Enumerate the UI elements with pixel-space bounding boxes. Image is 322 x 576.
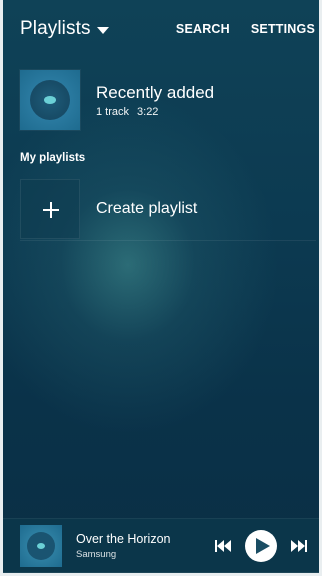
- create-playlist-button[interactable]: Create playlist: [20, 178, 310, 240]
- skip-next-icon: [291, 540, 307, 552]
- caret-down-icon: [96, 26, 109, 34]
- mini-player: Over the Horizon Samsung: [3, 518, 319, 573]
- playlists-dropdown[interactable]: Playlists: [20, 18, 109, 40]
- total-duration: 3:22: [137, 105, 159, 118]
- track-count: 1 track: [96, 105, 130, 118]
- recent-meta: 1 track 3:22: [96, 106, 214, 118]
- next-button[interactable]: [291, 540, 307, 552]
- search-button[interactable]: SEARCH: [176, 22, 230, 36]
- play-icon: [255, 538, 270, 554]
- section-header-my-playlists: My playlists: [20, 152, 86, 164]
- recently-added-item[interactable]: Recently added 1 track 3:22: [20, 70, 214, 130]
- plus-icon: [43, 202, 59, 218]
- recent-text: Recently added 1 track 3:22: [96, 83, 214, 118]
- divider: [20, 240, 316, 241]
- toolbar-actions: SEARCH SETTINGS: [176, 22, 315, 36]
- now-playing-title: Over the Horizon: [76, 532, 171, 546]
- page-title: Playlists: [20, 18, 91, 39]
- playback-controls: [215, 530, 307, 562]
- settings-button[interactable]: SETTINGS: [251, 22, 315, 36]
- now-playing-art[interactable]: [20, 525, 62, 567]
- skip-previous-icon: [215, 540, 231, 552]
- top-app-bar: Playlists SEARCH SETTINGS: [3, 0, 319, 58]
- play-button[interactable]: [245, 530, 277, 562]
- create-tile: [20, 179, 80, 239]
- create-playlist-label: Create playlist: [96, 200, 198, 217]
- now-playing-artist: Samsung: [76, 549, 117, 560]
- album-art: [20, 70, 80, 130]
- disc-center: [44, 96, 56, 104]
- previous-button[interactable]: [215, 540, 245, 552]
- recent-title: Recently added: [96, 82, 215, 102]
- disc-center: [37, 543, 45, 549]
- now-playing-info[interactable]: Over the Horizon Samsung: [76, 532, 170, 560]
